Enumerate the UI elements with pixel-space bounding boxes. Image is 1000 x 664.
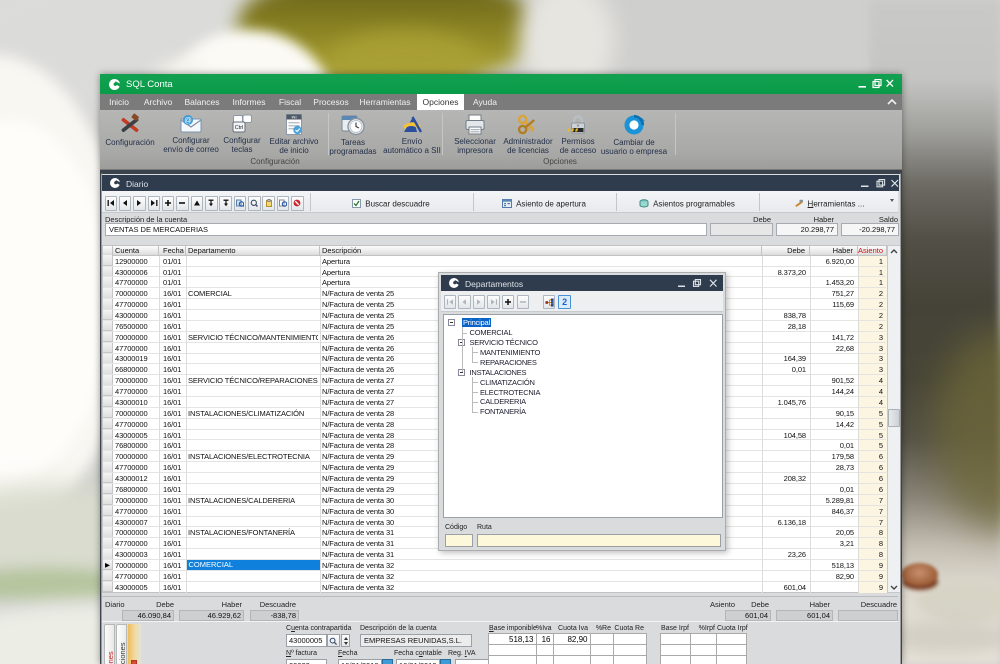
svg-text:Ctrl: Ctrl bbox=[235, 125, 244, 131]
svg-text:INI: INI bbox=[291, 115, 296, 120]
svg-text:@: @ bbox=[184, 116, 192, 125]
